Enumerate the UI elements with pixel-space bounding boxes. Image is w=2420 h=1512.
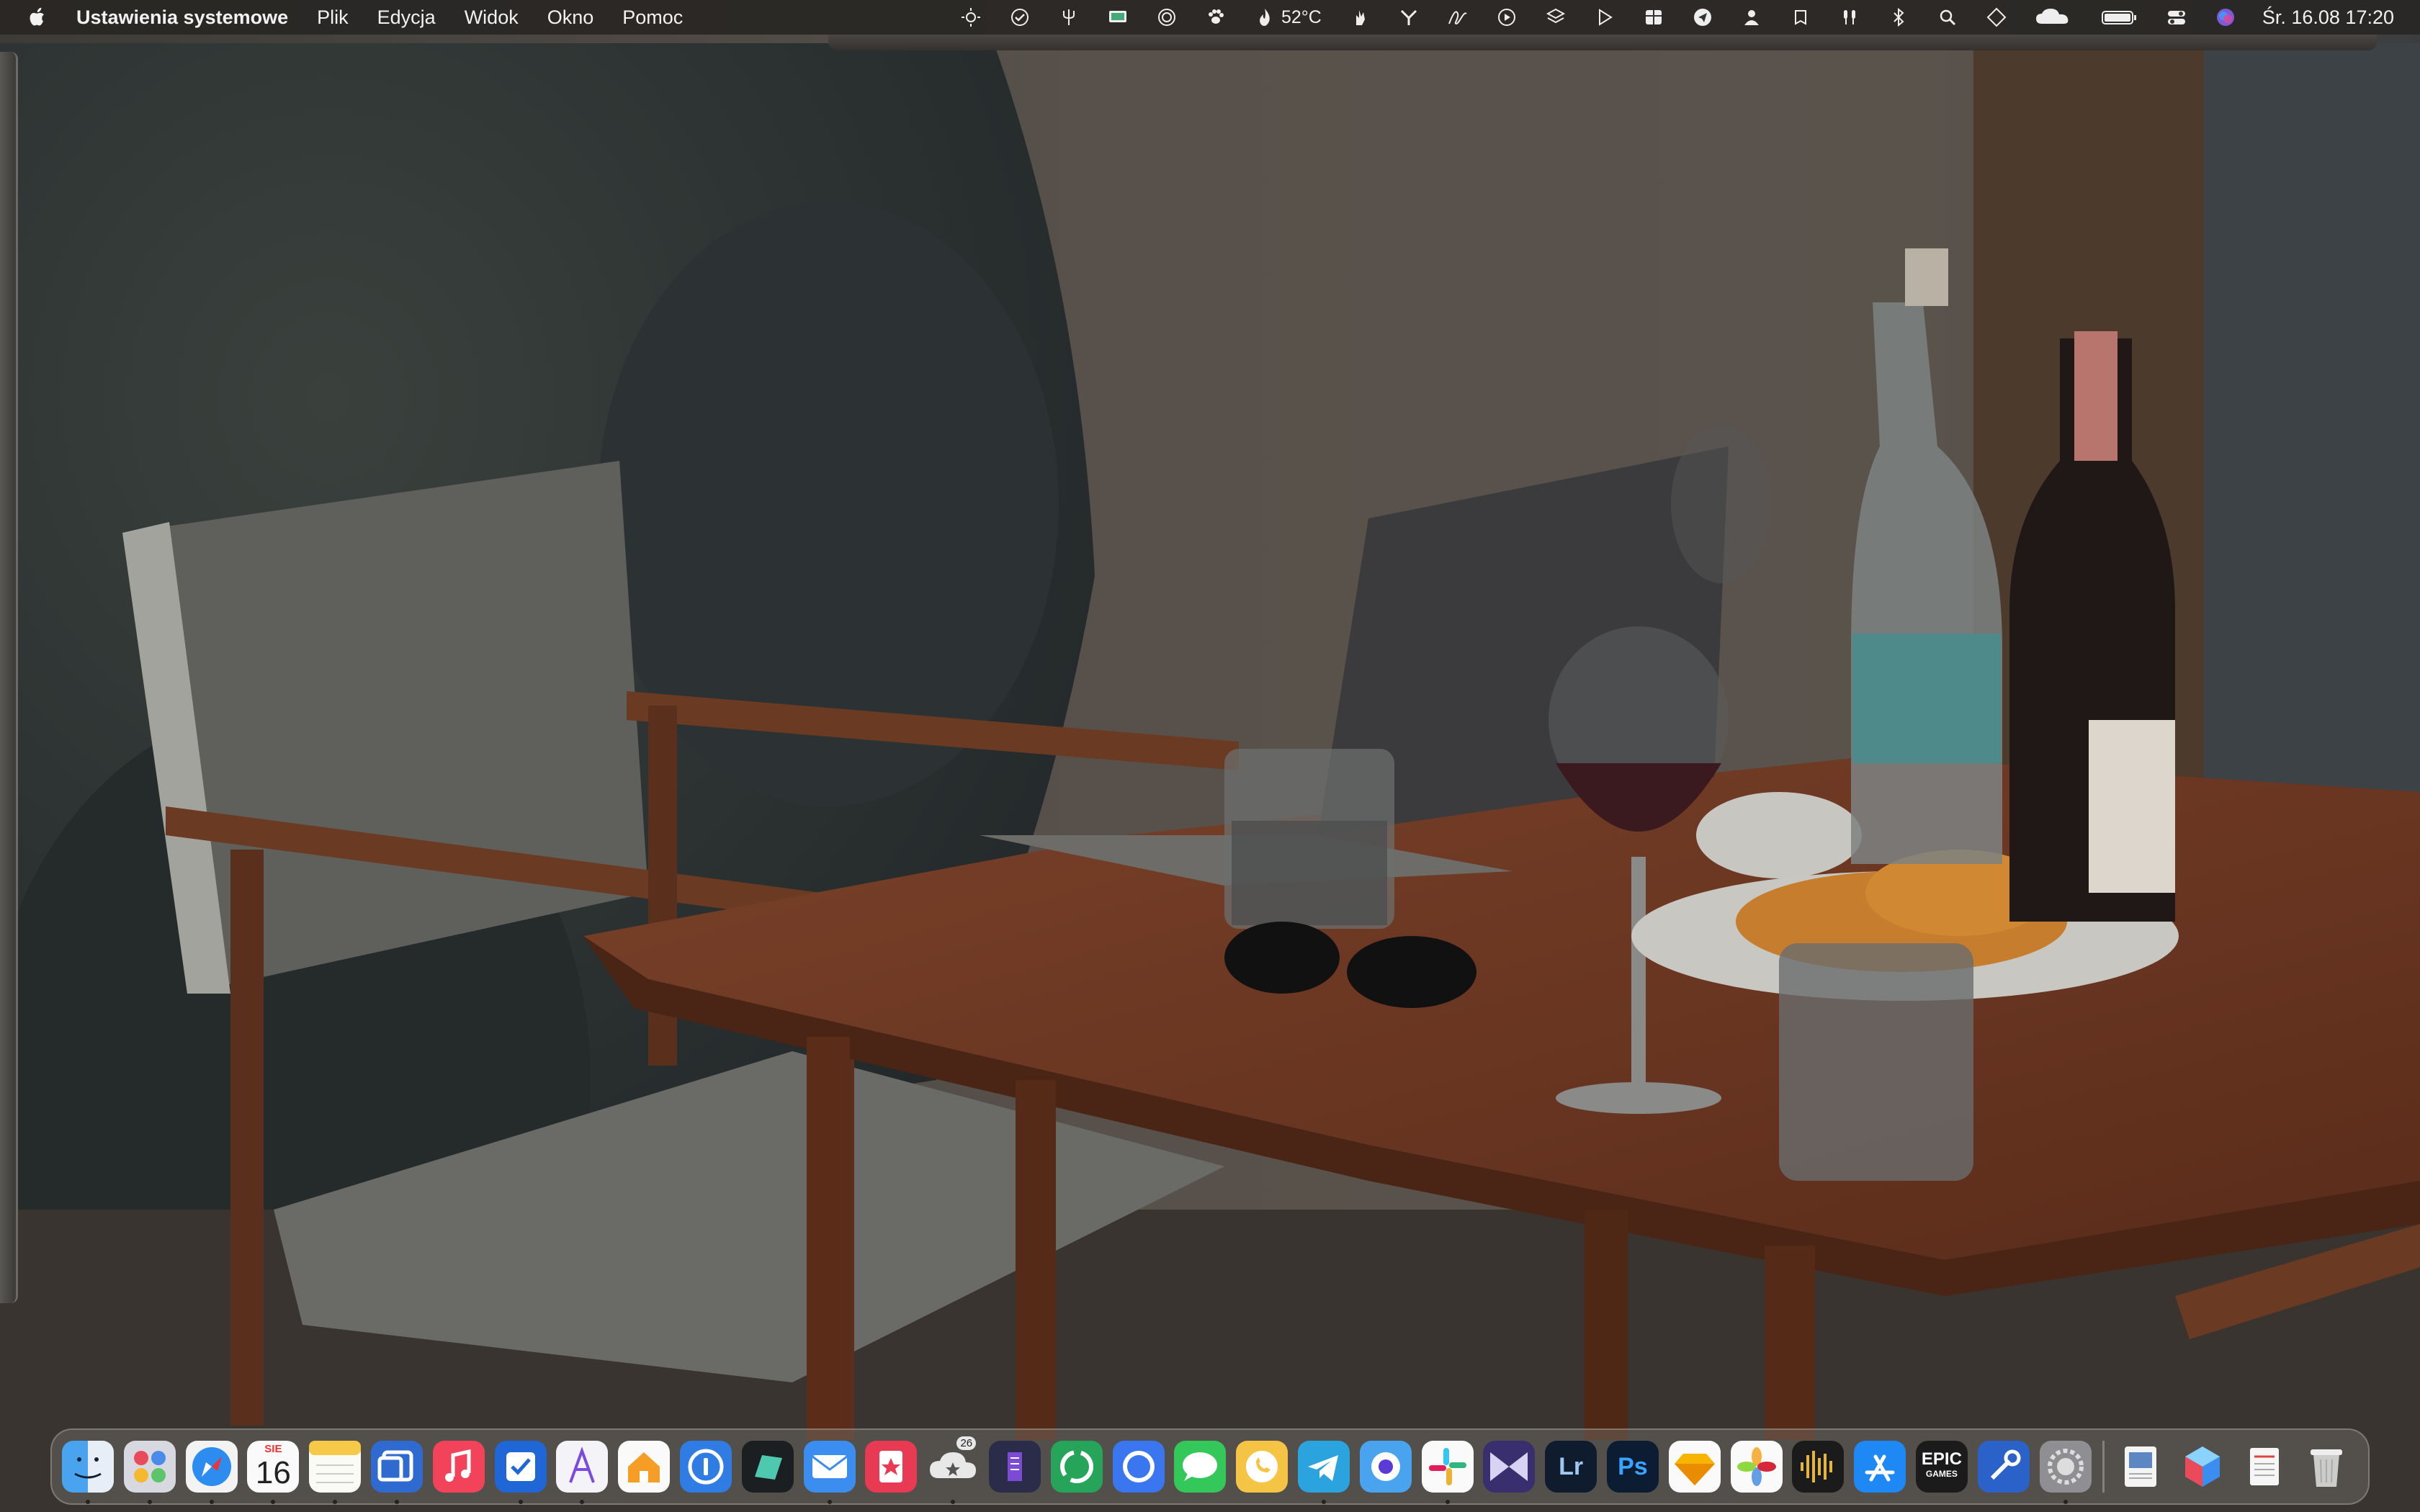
menu-help[interactable]: Pomoc <box>622 6 683 29</box>
dock-lightroom[interactable]: Lr <box>1545 1441 1597 1493</box>
paperplane-icon[interactable] <box>1692 6 1713 28</box>
dock-safari[interactable] <box>185 1441 238 1504</box>
dock-remote-app[interactable] <box>1483 1441 1536 1493</box>
checkmark-circle-icon[interactable] <box>1009 6 1031 28</box>
fork-icon[interactable] <box>1058 6 1080 28</box>
flame-icon[interactable] <box>1254 6 1276 28</box>
calendar-day: 16 <box>255 1455 291 1490</box>
brightness-icon[interactable] <box>960 6 982 28</box>
dock-telegram[interactable] <box>1297 1441 1350 1504</box>
running-indicator <box>951 1500 956 1504</box>
dock-epic-games[interactable]: EPIC GAMES <box>1915 1441 1968 1493</box>
play-icon[interactable] <box>1594 6 1615 28</box>
dock-calendar[interactable]: SIE 16 <box>247 1441 300 1504</box>
menu-edit[interactable]: Edycja <box>377 6 436 29</box>
diamond-icon[interactable] <box>1986 6 2007 28</box>
dock-notes[interactable] <box>309 1441 362 1504</box>
dock-1password[interactable] <box>679 1441 732 1493</box>
dock-messages[interactable] <box>1174 1441 1227 1493</box>
y-icon[interactable] <box>1398 6 1420 28</box>
running-indicator <box>209 1500 214 1504</box>
dock-signal[interactable] <box>1112 1441 1165 1493</box>
dock-sketch[interactable] <box>1668 1441 1721 1493</box>
play-circle-icon[interactable] <box>1496 6 1518 28</box>
dock-mail[interactable] <box>803 1441 856 1504</box>
dock-browser[interactable] <box>1359 1441 1412 1493</box>
gesture-icon[interactable] <box>1349 6 1371 28</box>
desktop-wallpaper <box>0 0 2420 1512</box>
dock-launchpad[interactable] <box>123 1441 176 1504</box>
paw-icon[interactable] <box>1205 6 1227 28</box>
menu-bar: Ustawienia systemowe Plik Edycja Widok O… <box>0 0 2420 35</box>
dock-preview[interactable] <box>2115 1441 2166 1493</box>
calendar-month: SIE <box>264 1443 282 1455</box>
dock-tasks[interactable] <box>494 1441 547 1504</box>
dock-photoshop[interactable]: Ps <box>1606 1441 1659 1493</box>
dock-trash[interactable] <box>2300 1441 2352 1493</box>
menu-file[interactable]: Plik <box>317 6 349 29</box>
dock-script-editor[interactable] <box>1977 1441 2030 1493</box>
fingerprint-icon[interactable] <box>1156 6 1178 28</box>
dock-music[interactable] <box>432 1441 485 1493</box>
menu-app-name[interactable]: Ustawienia systemowe <box>76 6 288 29</box>
apple-menu-icon[interactable] <box>27 6 52 28</box>
lightroom-label: Lr <box>1559 1452 1584 1480</box>
search-icon[interactable] <box>1937 6 1958 28</box>
dock: SIE 16 26 Lr Ps EPIC GAMES <box>50 1428 2370 1505</box>
running-indicator <box>518 1500 523 1504</box>
running-indicator <box>2063 1500 2068 1504</box>
dock-app-store[interactable] <box>1854 1441 1906 1493</box>
dock-whatsapp[interactable] <box>1236 1441 1289 1493</box>
signature-icon[interactable] <box>1447 6 1469 28</box>
dock-system-settings[interactable] <box>2039 1441 2092 1504</box>
running-indicator <box>1445 1500 1450 1504</box>
airpods-icon[interactable] <box>1839 6 1860 28</box>
battery-icon[interactable] <box>2101 6 2138 28</box>
control-center-icon[interactable] <box>2166 6 2187 28</box>
temperature-readout[interactable]: 52°C <box>1281 7 1322 28</box>
running-indicator <box>1321 1500 1326 1504</box>
running-indicator <box>580 1500 585 1504</box>
running-indicator <box>394 1500 399 1504</box>
window-left-edge[interactable] <box>0 52 18 1303</box>
layers-icon[interactable] <box>1545 6 1567 28</box>
dock-cloud-weather[interactable]: 26 <box>927 1436 979 1504</box>
display-icon[interactable] <box>1107 6 1129 28</box>
running-indicator <box>333 1500 338 1504</box>
photoshop-label: Ps <box>1618 1452 1648 1480</box>
box-icon[interactable] <box>1643 6 1664 28</box>
background-window-edge[interactable] <box>828 35 2377 50</box>
person-icon[interactable] <box>1741 6 1762 28</box>
menu-view[interactable]: Widok <box>465 6 519 29</box>
dock-git-app[interactable] <box>988 1441 1041 1493</box>
epic-games-logo: EPIC GAMES <box>1921 1449 1962 1481</box>
clipboard-icon[interactable] <box>1790 6 1811 28</box>
dock-screens[interactable] <box>370 1441 423 1504</box>
bluetooth-icon[interactable] <box>1888 6 1909 28</box>
dock-documents[interactable] <box>2238 1441 2290 1493</box>
games-label: GAMES <box>1925 1469 1958 1479</box>
dock-finder[interactable] <box>62 1441 114 1504</box>
menu-window[interactable]: Okno <box>547 6 594 29</box>
dock-affinity[interactable] <box>556 1441 609 1504</box>
dock-sound-app[interactable] <box>1792 1441 1845 1493</box>
running-indicator <box>147 1500 152 1504</box>
siri-icon[interactable] <box>2215 6 2236 28</box>
dock-3d-app[interactable] <box>2177 1441 2228 1493</box>
dock-separator <box>2102 1441 2105 1493</box>
running-indicator <box>86 1500 90 1504</box>
dock-star-app[interactable] <box>865 1441 918 1493</box>
epic-label: EPIC <box>1921 1449 1962 1469</box>
running-indicator <box>827 1500 832 1504</box>
running-indicator <box>271 1500 276 1504</box>
dock-home[interactable] <box>618 1441 671 1493</box>
notification-badge: 26 <box>956 1436 977 1450</box>
dock-photos[interactable] <box>1730 1441 1783 1493</box>
dock-recycle-app[interactable] <box>1050 1441 1103 1493</box>
cloud-icon[interactable] <box>2035 6 2074 28</box>
dock-slack[interactable] <box>1421 1441 1474 1504</box>
menubar-clock[interactable]: Śr. 16.08 17:20 <box>2262 6 2394 29</box>
dock-reeder[interactable] <box>741 1441 794 1493</box>
